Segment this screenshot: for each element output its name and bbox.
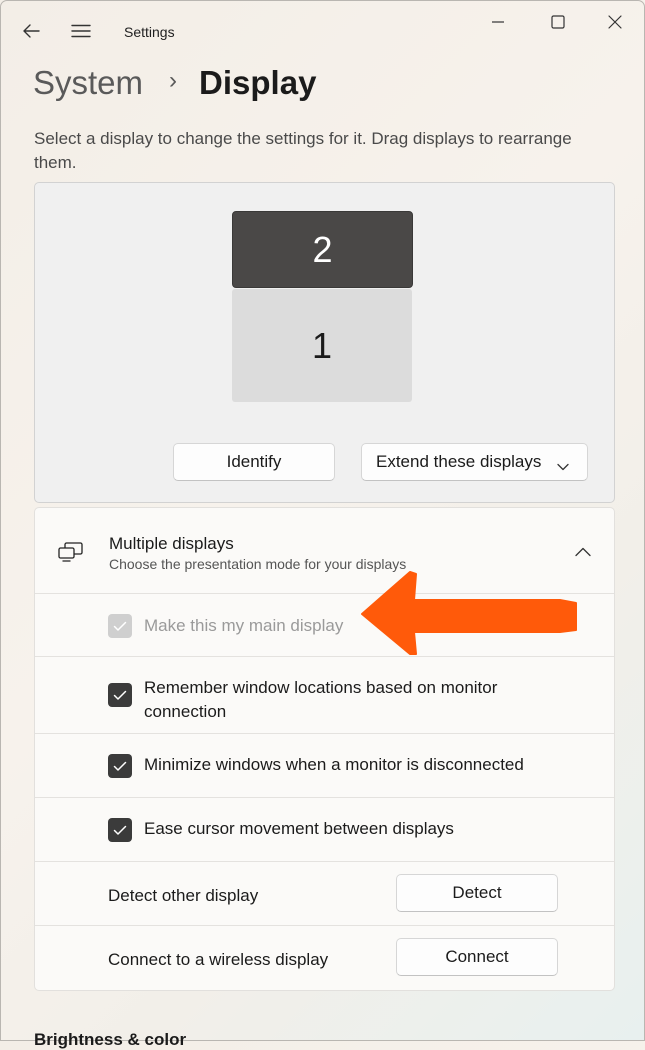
display-mode-dropdown[interactable]: Extend these displays xyxy=(361,443,588,481)
hamburger-menu-icon[interactable] xyxy=(68,18,94,44)
remember-window-locations-label: Remember window locations based on monit… xyxy=(144,678,498,721)
remember-window-locations-checkbox[interactable] xyxy=(108,683,132,707)
detect-display-label: Detect other display xyxy=(108,886,259,905)
monitor-1-label: 1 xyxy=(311,324,333,366)
connect-button[interactable]: Connect xyxy=(396,938,558,976)
breadcrumb-system[interactable]: System xyxy=(33,64,143,102)
close-icon[interactable] xyxy=(595,8,635,36)
monitor-2-tile[interactable]: 2 xyxy=(232,211,413,288)
ease-cursor-label: Ease cursor movement between displays xyxy=(144,819,454,838)
ease-cursor-checkbox[interactable] xyxy=(108,818,132,842)
multiple-displays-icon xyxy=(58,542,84,567)
monitor-1-tile[interactable]: 1 xyxy=(232,289,412,402)
remember-window-locations-row: Remember window locations based on monit… xyxy=(35,656,614,734)
display-mode-value: Extend these displays xyxy=(376,452,542,471)
minimize-windows-label: Minimize windows when a monitor is disco… xyxy=(144,755,524,774)
minimize-windows-checkbox[interactable] xyxy=(108,754,132,778)
minimize-icon[interactable] xyxy=(478,8,518,36)
display-arrangement-panel: 2 1 Identify Extend these displays xyxy=(34,182,615,503)
main-display-checkbox xyxy=(108,614,132,638)
annotation-arrow-icon xyxy=(361,571,577,655)
breadcrumb: System › Display xyxy=(33,58,316,108)
chevron-down-icon xyxy=(557,456,569,476)
minimize-windows-row: Minimize windows when a monitor is disco… xyxy=(35,733,614,798)
ease-cursor-row: Ease cursor movement between displays xyxy=(35,797,614,862)
brightness-section-heading: Brightness & color xyxy=(34,1030,187,1049)
maximize-icon[interactable] xyxy=(538,8,578,36)
page-title: Display xyxy=(199,64,317,101)
wireless-display-row: Connect to a wireless display Connect xyxy=(35,925,614,990)
detect-display-row: Detect other display Detect xyxy=(35,861,614,926)
chevron-up-icon[interactable] xyxy=(575,544,595,558)
app-title: Settings xyxy=(124,24,175,40)
wireless-display-label: Connect to a wireless display xyxy=(108,950,329,969)
identify-button[interactable]: Identify xyxy=(173,443,335,481)
breadcrumb-separator-icon: › xyxy=(169,67,178,94)
multiple-displays-title: Multiple displays xyxy=(109,534,234,553)
title-bar: Settings xyxy=(0,0,645,64)
back-arrow-icon[interactable] xyxy=(18,18,44,44)
intro-text: Select a display to change the settings … xyxy=(34,129,572,172)
monitor-2-label: 2 xyxy=(312,228,333,270)
detect-button[interactable]: Detect xyxy=(396,874,558,912)
